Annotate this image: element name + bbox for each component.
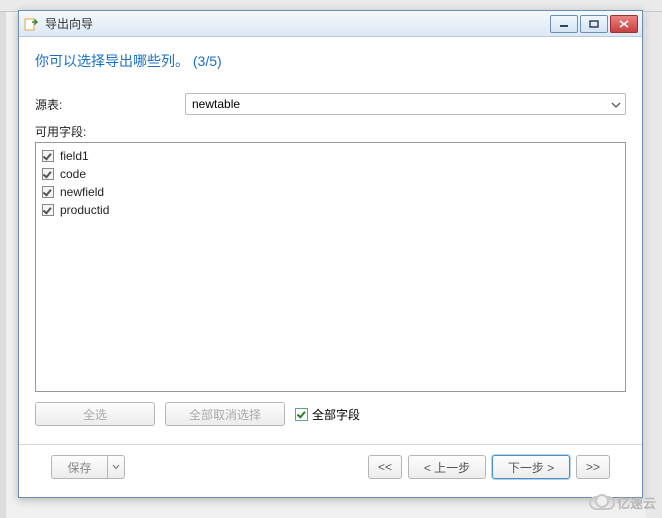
checkbox-icon — [42, 186, 54, 198]
checkbox-icon — [42, 168, 54, 180]
field-item[interactable]: field1 — [42, 147, 619, 165]
save-button[interactable]: 保存 — [51, 455, 107, 479]
export-wizard-dialog: 导出向导 你可以选择导出哪些列。 (3/5) 源表: newtable 可 — [18, 10, 643, 498]
all-fields-label: 全部字段 — [312, 406, 360, 423]
source-table-value: newtable — [192, 97, 240, 111]
page-heading: 你可以选择导出哪些列。 (3/5) — [35, 51, 626, 71]
window-title: 导出向导 — [45, 15, 550, 32]
maximize-button[interactable] — [580, 15, 608, 33]
next-button[interactable]: 下一步 > — [492, 455, 570, 479]
chevron-down-icon — [112, 464, 120, 470]
prev-button[interactable]: < 上一步 — [408, 455, 486, 479]
close-button[interactable] — [610, 15, 638, 33]
save-dropdown-button[interactable] — [107, 455, 125, 479]
field-name: code — [60, 167, 86, 181]
field-item[interactable]: productid — [42, 201, 619, 219]
field-name: productid — [60, 203, 109, 217]
checkbox-icon — [42, 150, 54, 162]
first-button[interactable]: << — [368, 455, 402, 479]
app-icon — [23, 16, 39, 32]
source-label: 源表: — [35, 96, 185, 113]
field-item[interactable]: code — [42, 165, 619, 183]
minimize-button[interactable] — [550, 15, 578, 33]
field-name: field1 — [60, 149, 89, 163]
field-item[interactable]: newfield — [42, 183, 619, 201]
available-fields-label: 可用字段: — [35, 123, 626, 140]
deselect-all-button[interactable]: 全部取消选择 — [165, 402, 285, 426]
save-split-button: 保存 — [51, 455, 125, 479]
available-fields-list[interactable]: field1 code newfield productid — [35, 142, 626, 392]
field-name: newfield — [60, 185, 104, 199]
checkbox-icon — [42, 204, 54, 216]
chevron-down-icon — [611, 97, 621, 111]
checkbox-icon — [295, 408, 308, 421]
titlebar[interactable]: 导出向导 — [19, 11, 642, 37]
last-button[interactable]: >> — [576, 455, 610, 479]
all-fields-checkbox[interactable]: 全部字段 — [295, 406, 360, 423]
select-all-button[interactable]: 全选 — [35, 402, 155, 426]
source-table-select[interactable]: newtable — [185, 93, 626, 115]
